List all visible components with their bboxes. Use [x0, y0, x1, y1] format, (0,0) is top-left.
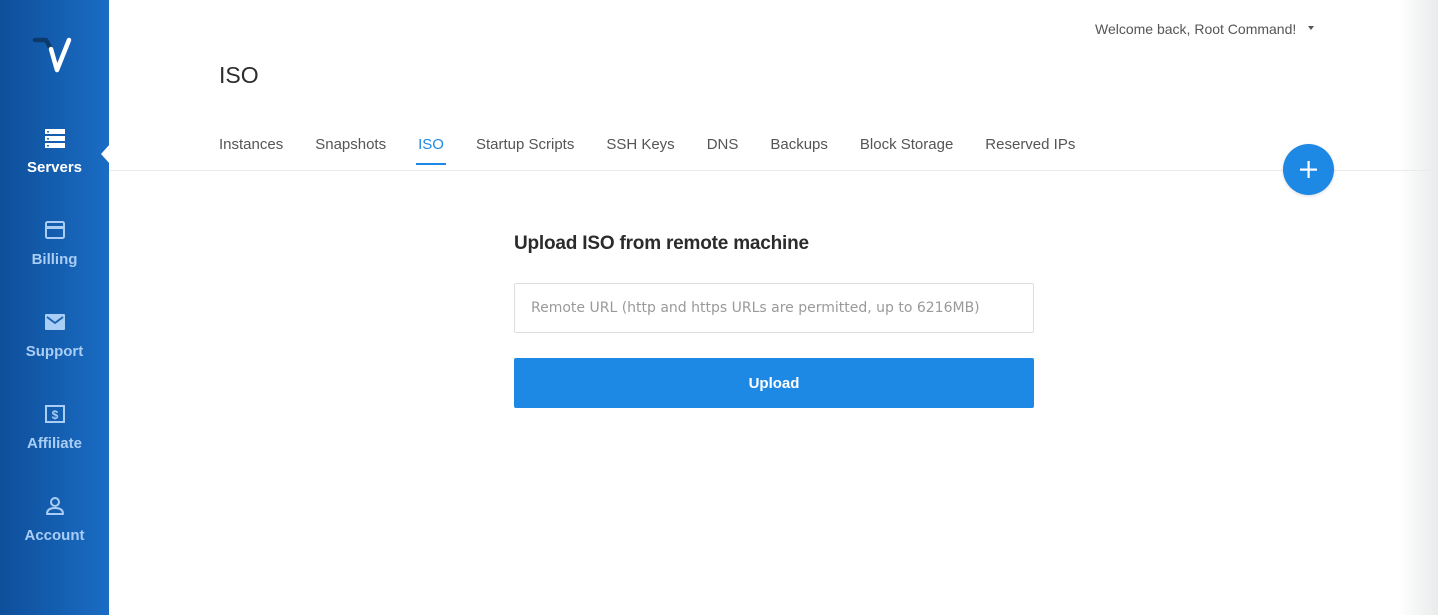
sidebar-item-billing[interactable]: Billing — [0, 219, 109, 268]
sidebar-item-label: Account — [24, 527, 85, 544]
tab-reserved-ips[interactable]: Reserved IPs — [985, 136, 1075, 165]
sidebar-item-affiliate[interactable]: $ Affiliate — [0, 403, 109, 452]
sidebar-item-label: Servers — [26, 159, 83, 176]
tab-dns[interactable]: DNS — [707, 136, 739, 165]
sidebar-item-servers[interactable]: Servers — [0, 127, 109, 176]
tab-backups[interactable]: Backups — [770, 136, 828, 165]
sidebar: Servers Billing Support $ Affiliate Acco… — [0, 0, 110, 615]
sidebar-item-label: Support — [25, 343, 84, 360]
main-content: Welcome back, Root Command! ISO Instance… — [109, 0, 1438, 615]
upload-iso-form: Upload ISO from remote machine Upload — [514, 233, 1034, 408]
page-title: ISO — [219, 62, 259, 88]
sidebar-item-account[interactable]: Account — [0, 495, 109, 544]
server-stack-icon — [44, 129, 65, 148]
welcome-text: Welcome back, Root Command! — [1095, 21, 1297, 37]
caret-down-icon — [1308, 26, 1315, 31]
upload-button[interactable]: Upload — [514, 358, 1034, 408]
tab-block-storage[interactable]: Block Storage — [860, 136, 953, 165]
envelope-icon — [44, 314, 65, 330]
dollar-bill-icon: $ — [44, 405, 65, 423]
tab-iso[interactable]: ISO — [416, 136, 446, 165]
user-menu[interactable]: Welcome back, Root Command! — [1095, 21, 1315, 37]
sidebar-item-support[interactable]: Support — [0, 311, 109, 360]
sidebar-item-label: Affiliate — [26, 435, 82, 452]
tab-startup-scripts[interactable]: Startup Scripts — [476, 136, 574, 165]
add-button[interactable] — [1283, 144, 1334, 195]
scroll-shadow — [1398, 0, 1438, 615]
vultr-logo[interactable] — [32, 34, 76, 76]
section-title: Upload ISO from remote machine — [514, 233, 809, 254]
tab-snapshots[interactable]: Snapshots — [315, 136, 386, 165]
tab-ssh-keys[interactable]: SSH Keys — [606, 136, 674, 165]
svg-text:$: $ — [51, 408, 58, 422]
remote-url-input[interactable] — [514, 283, 1034, 333]
user-icon — [45, 497, 64, 515]
tabs-divider — [109, 170, 1438, 171]
tab-bar: Instances Snapshots ISO Startup Scripts SSH … — [219, 136, 1107, 171]
credit-card-icon — [44, 221, 65, 239]
sidebar-item-label: Billing — [31, 251, 78, 268]
plus-icon — [1300, 161, 1317, 178]
tab-instances[interactable]: Instances — [219, 136, 283, 165]
